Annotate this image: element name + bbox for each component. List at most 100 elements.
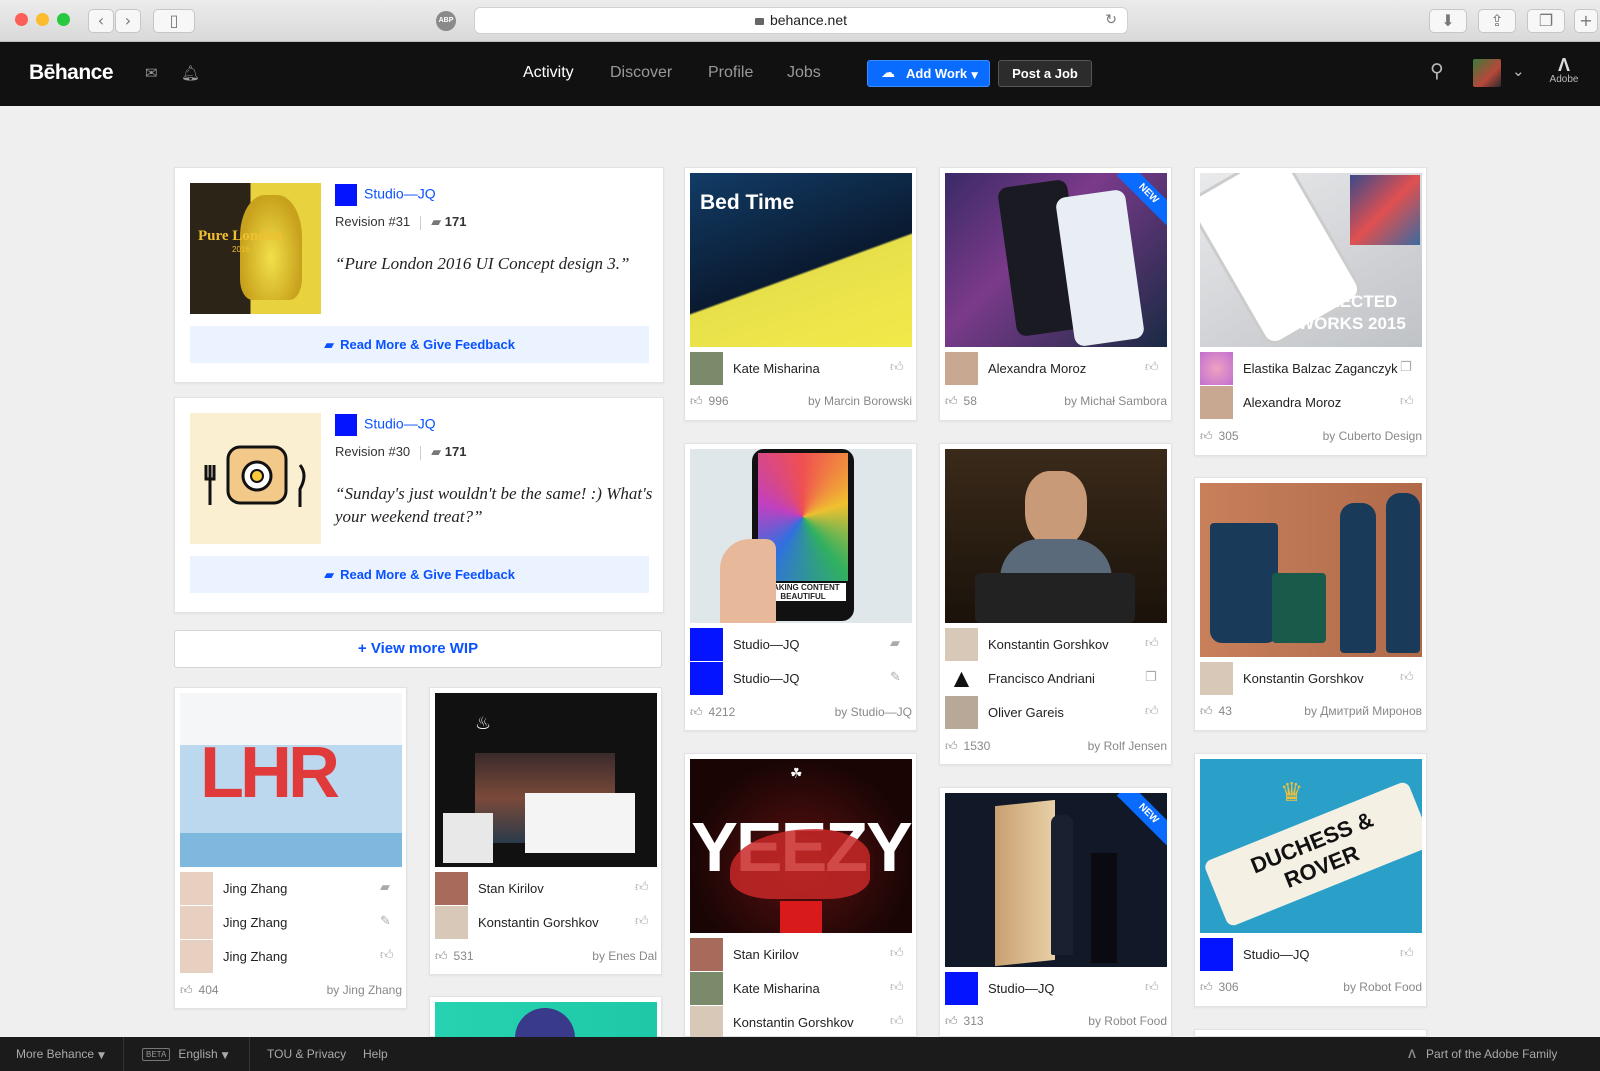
list-item[interactable]: ▲ Francisco Andriani ❐ xyxy=(945,662,1167,696)
project-thumbnail[interactable]: LHR xyxy=(180,693,402,867)
minimize-window-button[interactable] xyxy=(36,13,49,26)
list-item[interactable]: Jing Zhang 👍︎ xyxy=(180,940,402,974)
zoom-window-button[interactable] xyxy=(57,13,70,26)
nav-discover[interactable]: Discover xyxy=(610,64,672,82)
chevron-down-icon[interactable]: ⌄ xyxy=(1512,62,1525,80)
thumbs-up-icon[interactable]: 👍︎ xyxy=(890,980,904,995)
thumbs-up-icon[interactable]: 👍︎ xyxy=(380,948,394,963)
tabs-icon[interactable]: ❐ xyxy=(1527,9,1565,33)
thumbs-up-icon[interactable]: 👍︎ xyxy=(890,946,904,961)
read-more-feedback-button[interactable]: ▰ Read More & Give Feedback xyxy=(190,556,649,593)
back-button[interactable]: ‹ xyxy=(88,9,114,33)
download-icon[interactable]: ⬇ xyxy=(1429,9,1467,33)
nav-activity[interactable]: Activity xyxy=(523,64,574,82)
list-item[interactable]: Konstantin Gorshkov 👍︎ xyxy=(435,906,657,940)
list-item[interactable]: Studio—JQ ✎ xyxy=(690,662,912,696)
thumbs-up-icon[interactable]: 👍︎ xyxy=(1145,360,1159,375)
search-icon[interactable]: ⚲ xyxy=(1430,60,1444,82)
thumbs-up-icon[interactable]: 👍︎ xyxy=(635,880,649,895)
project-thumbnail[interactable]: YEEZY ☘ xyxy=(690,759,912,933)
bell-icon[interactable]: 🔔︎ xyxy=(181,64,200,82)
adblock-icon[interactable]: ABP xyxy=(436,11,456,31)
list-item[interactable]: Alexandra Moroz 👍︎ xyxy=(945,352,1167,386)
thumbs-up-icon[interactable]: 👍︎ xyxy=(1400,670,1414,685)
studio-name[interactable]: Studio—JQ xyxy=(335,414,436,436)
adobe-link[interactable]: Ʌ Adobe xyxy=(1549,56,1579,85)
list-item[interactable]: Kate Misharina 👍︎ xyxy=(690,972,912,1006)
post-job-button[interactable]: Post a Job xyxy=(998,60,1092,87)
project-author[interactable]: by Marcin Borowski xyxy=(808,394,912,408)
add-work-button[interactable]: ☁ Add Work ▼ xyxy=(867,60,990,87)
list-item[interactable]: Jing Zhang ✎ xyxy=(180,906,402,940)
list-item[interactable]: Studio—JQ 👍︎ xyxy=(945,972,1167,1006)
adobe-family-link[interactable]: Ʌ Part of the Adobe Family xyxy=(1408,1047,1557,1061)
list-item[interactable]: Kate Misharina 👍︎ xyxy=(690,352,912,386)
thumbs-up-icon[interactable]: 👍︎ xyxy=(1145,704,1159,719)
nav-profile[interactable]: Profile xyxy=(708,64,753,82)
language-select[interactable]: BETA English ▼ xyxy=(142,1047,229,1061)
close-window-button[interactable] xyxy=(15,13,28,26)
list-item[interactable]: Studio—JQ 👍︎ xyxy=(1200,938,1422,972)
thumbs-up-icon[interactable]: 👍︎ xyxy=(1400,946,1414,961)
list-item[interactable]: Elastika Balzac Zaganczyk ❐ xyxy=(1200,352,1422,386)
project-author[interactable]: by Jing Zhang xyxy=(327,983,402,997)
project-thumbnail[interactable]: ♨ xyxy=(435,693,657,867)
list-item[interactable]: Oliver Gareis 👍︎ xyxy=(945,696,1167,730)
list-item[interactable]: Konstantin Gorshkov 👍︎ xyxy=(1200,662,1422,696)
list-item[interactable]: Konstantin Gorshkov 👍︎ xyxy=(945,628,1167,662)
tou-privacy-link[interactable]: TOU & Privacy xyxy=(267,1047,346,1061)
pencil-icon[interactable]: ✎ xyxy=(890,670,901,685)
project-author[interactable]: by Cuberto Design xyxy=(1323,429,1422,443)
project-author[interactable]: by Robot Food xyxy=(1088,1014,1167,1028)
address-bar[interactable]: behance.net ↻ xyxy=(474,7,1128,34)
thumbs-up-icon[interactable]: 👍︎ xyxy=(1400,394,1414,409)
collection-icon[interactable]: ❐ xyxy=(1145,670,1157,685)
project-author[interactable]: by Robot Food xyxy=(1343,980,1422,994)
list-item[interactable]: Studio—JQ ▰ xyxy=(690,628,912,662)
read-more-feedback-button[interactable]: ▰ Read More & Give Feedback xyxy=(190,326,649,363)
studio-name[interactable]: Studio—JQ xyxy=(335,184,436,206)
forward-button[interactable]: › xyxy=(115,9,141,33)
project-author[interactable]: by Дмитрий Миронов xyxy=(1304,704,1422,718)
project-thumbnail[interactable]: NEW xyxy=(945,173,1167,347)
sidebar-toggle-icon[interactable]: ▯ xyxy=(153,9,195,33)
project-thumbnail[interactable] xyxy=(945,449,1167,623)
project-author[interactable]: by Enes Dal xyxy=(592,949,657,963)
project-thumbnail[interactable]: MAKING CONTENT BEAUTIFUL xyxy=(690,449,912,623)
new-tab-button[interactable]: + xyxy=(1574,9,1598,33)
list-item[interactable]: Alexandra Moroz 👍︎ xyxy=(1200,386,1422,420)
project-thumbnail[interactable] xyxy=(1200,483,1422,657)
project-thumbnail[interactable]: NEW xyxy=(945,793,1167,967)
mail-icon[interactable]: ✉ xyxy=(145,64,158,82)
reload-icon[interactable]: ↻ xyxy=(1105,8,1117,33)
pencil-icon[interactable]: ✎ xyxy=(380,914,391,929)
wip-thumbnail[interactable] xyxy=(190,413,321,544)
nav-jobs[interactable]: Jobs xyxy=(787,64,821,82)
project-author[interactable]: by Studio—JQ xyxy=(835,705,912,719)
list-item[interactable]: Konstantin Gorshkov 👍︎ xyxy=(690,1006,912,1040)
thumbs-up-icon[interactable]: 👍︎ xyxy=(1145,636,1159,651)
list-item[interactable]: Stan Kirilov 👍︎ xyxy=(435,872,657,906)
comment-icon[interactable]: ▰ xyxy=(380,880,390,895)
project-author[interactable]: by Rolf Jensen xyxy=(1088,739,1167,753)
thumbs-up-icon[interactable]: 👍︎ xyxy=(890,360,904,375)
thumbs-up-icon[interactable]: 👍︎ xyxy=(635,914,649,929)
project-thumbnail[interactable]: Bed Time xyxy=(690,173,912,347)
list-item[interactable]: Stan Kirilov 👍︎ xyxy=(690,938,912,972)
project-thumbnail[interactable]: DUCHESS & ROVER ♛ xyxy=(1200,759,1422,933)
comment-icon[interactable]: ▰ xyxy=(890,636,900,651)
view-more-wip-button[interactable]: + View more WIP xyxy=(174,630,662,668)
thumbs-up-icon[interactable]: 👍︎ xyxy=(1145,980,1159,995)
behance-logo[interactable]: Bēhance xyxy=(29,61,114,85)
thumbs-up-icon[interactable]: 👍︎ xyxy=(890,1014,904,1029)
project-thumbnail[interactable]: SELECTED WORKS 2015 xyxy=(1200,173,1422,347)
project-author[interactable]: by Michał Sambora xyxy=(1064,394,1167,408)
share-icon[interactable]: ⇪ xyxy=(1478,9,1516,33)
more-behance-menu[interactable]: More Behance ▼ xyxy=(16,1047,105,1061)
help-link[interactable]: Help xyxy=(363,1047,388,1061)
list-item[interactable]: Jing Zhang ▰ xyxy=(180,872,402,906)
collection-icon[interactable]: ❐ xyxy=(1400,360,1412,375)
wip-thumbnail[interactable]: Pure London 2016 xyxy=(190,183,321,314)
project-thumbnail[interactable] xyxy=(435,1002,657,1038)
avatar[interactable] xyxy=(1473,59,1501,87)
